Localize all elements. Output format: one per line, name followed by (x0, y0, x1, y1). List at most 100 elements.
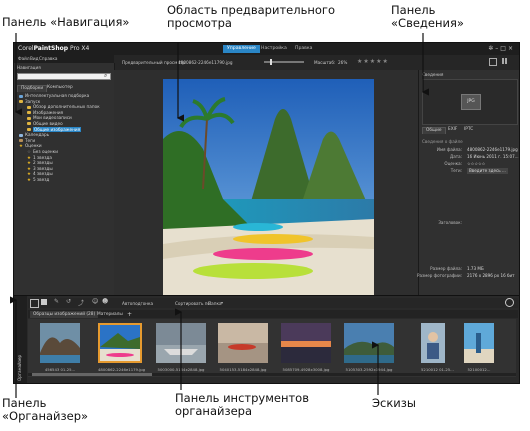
organizer-side-strip: Органайзер (14, 296, 27, 383)
menu-view[interactable]: Вид (30, 56, 39, 61)
thumbnail-caption: 5105303-2592x1944.jpg (345, 367, 393, 372)
grid-view-icon[interactable] (502, 58, 508, 64)
scrollbar-thumb[interactable] (32, 373, 152, 376)
close-icon[interactable]: × (508, 45, 515, 52)
tree-item-label: Изображения (33, 109, 64, 115)
preview-toolbar: Предварительный просмотр 4800862-2246e11… (114, 55, 519, 70)
tree-item-label: Обзор дополнительных папок (33, 104, 100, 110)
add-tab-button[interactable]: + (124, 311, 135, 318)
organizer-tabs: Образцы изображений (28) Материалы + (28, 310, 518, 318)
info-value: 16 Июнь 2011 г. 15:07... (467, 154, 519, 159)
tree-item-label: 2 звезды (32, 160, 53, 166)
tree-item-label: 4 звезды (32, 171, 53, 177)
folder-icon (27, 128, 31, 132)
tab-iptc[interactable]: IPTC (461, 127, 476, 133)
tab-materials[interactable]: Материалы (94, 311, 126, 318)
thumbnail-image (344, 323, 394, 363)
tab-adjust[interactable]: Настройка (257, 45, 291, 53)
menu-help[interactable]: Справка (39, 56, 57, 61)
thumbnail-strip: 456543 01-25... 4800862-2246e1179.jpg 50… (28, 319, 516, 377)
preview-area (114, 70, 418, 296)
thumbnail-caption: 4800862-2246e1179.jpg (98, 367, 146, 372)
panel-toggle-icon[interactable] (30, 299, 39, 308)
nav-tree: Интеллектуальная подборка Запуск Обзор д… (16, 93, 112, 183)
format-badge: JPG (461, 94, 481, 110)
tree-item-label: Общие изображения (33, 126, 82, 132)
tree-item-label: 3 звезды (32, 165, 53, 171)
search-icon[interactable]: ⌕ (104, 72, 107, 80)
face-recognition-icon[interactable]: ☺ (92, 298, 98, 305)
preview-image[interactable] (163, 79, 374, 296)
organizer-settings-icon[interactable] (505, 298, 514, 307)
thumbnail-image (98, 323, 142, 363)
tab-manage[interactable]: Управление (223, 45, 260, 53)
thumbnail-sunset[interactable]: 5085709-4928x3008.jpg (281, 323, 331, 372)
tree-item-5-star[interactable]: ★ 5 звезд (16, 177, 112, 183)
thumbnail-caption: 5003000-5184x2848.jpg (157, 367, 205, 372)
folder-icon (19, 100, 23, 104)
file-preview-box: JPG (422, 79, 518, 125)
autofit-button[interactable]: Автоподгонка (122, 301, 153, 306)
folder-icon (27, 122, 31, 126)
info-row-caption: Заголовок: (421, 220, 518, 226)
info-row-rating: Оценка: ☆☆☆☆☆ (421, 161, 518, 167)
star-icon: ★ (27, 177, 31, 183)
folder-icon (27, 116, 31, 120)
tree-item-label: Мои видеозаписи (33, 115, 72, 121)
rating-input[interactable]: ☆☆☆☆☆ (467, 161, 485, 167)
thumbnail-image (218, 323, 268, 363)
thumbnail-scrollbar[interactable] (28, 373, 516, 376)
info-key: Имя файла: (436, 147, 462, 152)
thumbnail-boats[interactable]: 5003000-5184x2848.jpg (156, 323, 206, 372)
preview-label: Предварительный просмотр (122, 60, 186, 65)
thumbnail-surf[interactable]: 52100012... (464, 323, 494, 372)
tree-item-label: Теги (25, 137, 36, 143)
tab-computer[interactable]: Компьютер (44, 85, 76, 91)
thumbnail-beach[interactable]: 4800862-2246e1179.jpg (98, 323, 145, 372)
edit-icon[interactable]: ✎ (54, 298, 59, 305)
people-icon[interactable]: ☻ (102, 298, 108, 305)
tags-input[interactable]: Введите здесь ... (467, 168, 508, 174)
thumbnail-image (421, 323, 445, 363)
info-value: 1.73 МБ (467, 266, 484, 271)
tree-item-label: Общие видео (33, 120, 63, 126)
thumbnail-coast[interactable]: 5105303-2592x1944.jpg (344, 323, 394, 372)
select-icon[interactable] (41, 299, 47, 305)
info-panel: Сведения JPG Общие EXIF IPTC Сведения о … (417, 70, 519, 295)
thumbnail-kayak[interactable]: 5040153-5184x2848.jpg (218, 323, 268, 372)
chevron-down-icon[interactable]: ▾ (221, 300, 223, 305)
zoom-slider-handle[interactable] (270, 59, 272, 65)
info-row-filesize: Размер файла: 1.73 МБ (421, 266, 518, 272)
tab-exif[interactable]: EXIF (445, 127, 460, 133)
organizer-side-label: Органайзер (17, 354, 22, 381)
rating-stars[interactable]: ★★★★★ (357, 58, 389, 65)
folder-icon (27, 105, 31, 109)
navigation-panel: Навигация ⌕ Подборки Компьютер Интеллект… (14, 63, 115, 295)
tree-item-label: Без оценки (32, 148, 58, 154)
info-key: Теги: (450, 168, 462, 173)
maximize-icon[interactable]: □ (500, 45, 508, 52)
thumbnail-portrait[interactable]: 5210012 01-25... (421, 323, 454, 372)
sort-by-label[interactable]: Сортировать по: (175, 301, 212, 306)
tab-collections[interactable]: Подборки (17, 85, 48, 92)
tab-sample-images[interactable]: Образцы изображений (28) (30, 311, 99, 318)
callout-preview-area: Область предварительного просмотра (167, 3, 335, 30)
tab-edit[interactable]: Правка (291, 45, 316, 53)
thumbnail-image (281, 323, 331, 363)
share-icon[interactable]: ⤴ (78, 298, 84, 307)
info-section-title: Сведения о файле (422, 139, 463, 144)
sort-by-dropdown[interactable]: Папка (208, 301, 222, 306)
view-mode-icon[interactable] (489, 58, 497, 66)
callout-info-panel: Панель «Сведения» (391, 3, 464, 30)
nav-search-input[interactable] (17, 73, 111, 80)
rotate-icon[interactable]: ↺ (66, 298, 71, 305)
organizer-toolbar: ✎ ↺ ⤴ ☺ ☻ Автоподгонка Сортировать по: П… (28, 298, 518, 308)
thumbnail-image (40, 323, 80, 363)
menu-file[interactable]: Файл (18, 56, 30, 61)
title-bar: CorelPaintShop Pro X4 Управление Настрой… (14, 43, 519, 55)
tab-general[interactable]: Общие (422, 127, 446, 134)
tree-item-label: Запуск (25, 98, 41, 104)
callout-nav-panel: Панель «Навигация» (2, 15, 130, 29)
thumbnail-rocks[interactable]: 456543 01-25... (40, 323, 80, 372)
zoom-slider[interactable] (264, 59, 304, 65)
